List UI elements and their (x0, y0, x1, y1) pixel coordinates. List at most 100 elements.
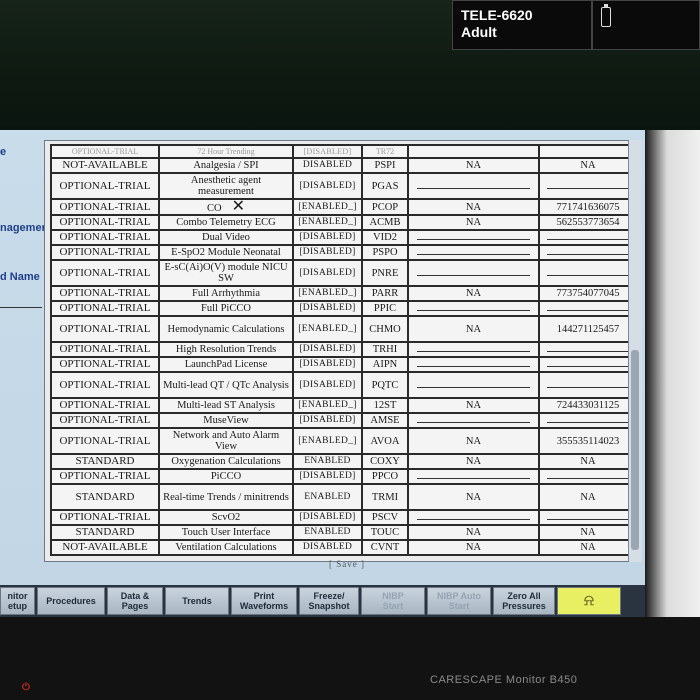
menu-button[interactable]: Print Waveforms (231, 587, 297, 615)
entry-underline (417, 181, 530, 189)
monitor-side-bezel (645, 130, 700, 670)
license-type-cell: OPTIONAL-TRIAL (50, 244, 160, 261)
license-type-cell-text: OPTIONAL-TRIAL (59, 216, 151, 228)
state-cell-text: DISABLED (302, 542, 353, 552)
menu-button[interactable]: Data & Pages (107, 587, 163, 615)
state-cell[interactable]: [DISABLED] (292, 244, 363, 261)
license-type-cell: OPTIONAL-TRIAL (50, 259, 160, 287)
license-type-cell: NOT-AVAILABLE (50, 539, 160, 556)
menu-button[interactable]: Trends (165, 587, 229, 615)
license-type-cell: NOT-AVAILABLE (50, 157, 160, 174)
code-cell: PSPO (361, 244, 409, 261)
key-cell (538, 412, 638, 429)
menu-button[interactable]: NIBP Start (361, 587, 425, 615)
function-name-cell-text: High Resolution Trends (175, 344, 277, 355)
function-name-cell-text: Anesthetic agent measurement (190, 175, 262, 197)
function-name-cell-text: Multi-lead QT / QTc Analysis (163, 379, 289, 391)
menu-button[interactable]: Procedures (37, 587, 105, 615)
code-cell-text: CHMO (369, 323, 401, 335)
na-cell: NA (407, 198, 540, 216)
license-type-cell-text: OPTIONAL-TRIAL (59, 358, 151, 370)
state-cell[interactable]: [ENABLED_] (292, 315, 363, 343)
function-name-cell: Multi-lead ST Analysis (158, 397, 294, 414)
state-cell-text: [DISABLED] (299, 303, 356, 313)
patient-header[interactable]: TELE-6620 Adult (452, 0, 592, 50)
function-name-cell-text: PiCCO (210, 471, 242, 482)
license-type-cell-text: OPTIONAL-TRIAL (59, 302, 151, 314)
monitor-bottom-bezel (0, 617, 700, 700)
code-cell-text: TR72 (375, 147, 395, 156)
state-cell[interactable]: [DISABLED] (292, 341, 363, 358)
code-cell-text: PGAS (371, 180, 399, 192)
code-cell: CVNT (361, 539, 409, 556)
license-type-cell: OPTIONAL-TRIAL (50, 285, 160, 302)
na-cell (407, 509, 540, 526)
state-cell-text: ENABLED (304, 491, 351, 502)
state-cell[interactable]: [DISABLED] (292, 371, 363, 399)
key-cell-text: NA (580, 542, 596, 553)
na-cell (407, 468, 540, 485)
state-cell[interactable]: [DISABLED] (292, 229, 363, 246)
state-cell[interactable]: [DISABLED] (292, 356, 363, 373)
key-cell: NA (538, 157, 638, 174)
menu-button[interactable]: nitor etup (0, 587, 35, 615)
alarm-silence-button[interactable]: ⍾ (557, 587, 621, 615)
na-cell (407, 356, 540, 373)
na-cell: NA (407, 285, 540, 302)
menu-button[interactable]: NIBP Auto Start (427, 587, 491, 615)
table-row: NOT-AVAILABLE Analgesia / SPI DISABLED PSPI… (50, 157, 638, 174)
entry-underline (417, 415, 530, 423)
state-cell[interactable]: [DISABLED] (292, 144, 363, 159)
state-cell[interactable]: [DISABLED] (292, 412, 363, 429)
license-type-cell-text: NOT-AVAILABLE (62, 159, 148, 171)
table-row: OPTIONAL-TRIAL Combo Telemetry ECG [ENABLE… (50, 214, 638, 231)
state-cell-text: DISABLED (302, 160, 353, 170)
state-cell[interactable]: [DISABLED] (292, 259, 363, 287)
state-cell[interactable]: DISABLED (292, 157, 363, 174)
state-cell[interactable]: ENABLED (292, 453, 363, 470)
key-cell-text: NA (580, 456, 596, 467)
license-type-cell-text: OPTIONAL-TRIAL (59, 287, 151, 299)
state-cell[interactable]: [ENABLED_] (292, 214, 363, 231)
state-cell[interactable]: [ENABLED_] (292, 397, 363, 414)
power-indicator-icon: ⏻ (22, 682, 30, 693)
code-cell-text: PSCV (371, 512, 399, 523)
state-cell[interactable]: [DISABLED] (292, 509, 363, 526)
license-type-cell-text: OPTIONAL-TRIAL (59, 231, 151, 243)
table-row: OPTIONAL-TRIAL Hemodynamic Calculations [E… (50, 315, 638, 343)
function-name-cell-text: MuseView (203, 415, 249, 426)
na-cell: NA (407, 214, 540, 231)
na-cell-text: NA (465, 160, 482, 171)
license-type-cell-text: OPTIONAL-TRIAL (59, 246, 151, 258)
table-row: OPTIONAL-TRIAL Full Arrhythmia [ENABLED_] P… (50, 285, 638, 302)
state-cell[interactable]: DISABLED (292, 539, 363, 556)
state-cell[interactable]: [ENABLED_] (292, 427, 363, 455)
state-cell[interactable]: [ENABLED_] (292, 198, 363, 216)
scroll-thumb[interactable] (631, 350, 639, 550)
code-cell: PNRE (361, 259, 409, 287)
entry-underline (417, 344, 530, 352)
key-cell (538, 144, 638, 159)
license-type-cell-text: OPTIONAL-TRIAL (59, 266, 151, 279)
state-cell[interactable]: [DISABLED] (292, 300, 363, 317)
function-name-cell: ScvO2 (158, 509, 294, 526)
state-cell[interactable]: ENABLED (292, 483, 363, 511)
state-cell[interactable]: [DISABLED] (292, 468, 363, 485)
na-cell: NA (407, 483, 540, 511)
function-name-cell: Touch User Interface (158, 524, 294, 541)
save-button[interactable]: [ Save ] (318, 557, 376, 571)
key-cell (538, 229, 638, 246)
na-cell-text: NA (465, 542, 482, 553)
menu-button[interactable]: Zero All Pressures (493, 587, 555, 615)
menu-button[interactable]: Freeze/ Snapshot (299, 587, 359, 615)
state-cell[interactable]: ENABLED (292, 524, 363, 541)
code-cell-text: CVNT (370, 542, 400, 553)
code-cell-text: TOUC (370, 527, 400, 538)
vertical-scrollbar[interactable] (628, 140, 642, 562)
menu-button-label: nitor etup (7, 591, 28, 611)
function-name-cell-text: Analgesia / SPI (193, 160, 259, 171)
state-cell[interactable]: [ENABLED_] (292, 285, 363, 302)
state-cell[interactable]: [DISABLED] (292, 172, 363, 200)
license-type-cell-text: OPTIONAL-TRIAL (71, 147, 139, 156)
table-row: OPTIONAL-TRIAL PiCCO [DISABLED] PPCO (50, 468, 638, 485)
